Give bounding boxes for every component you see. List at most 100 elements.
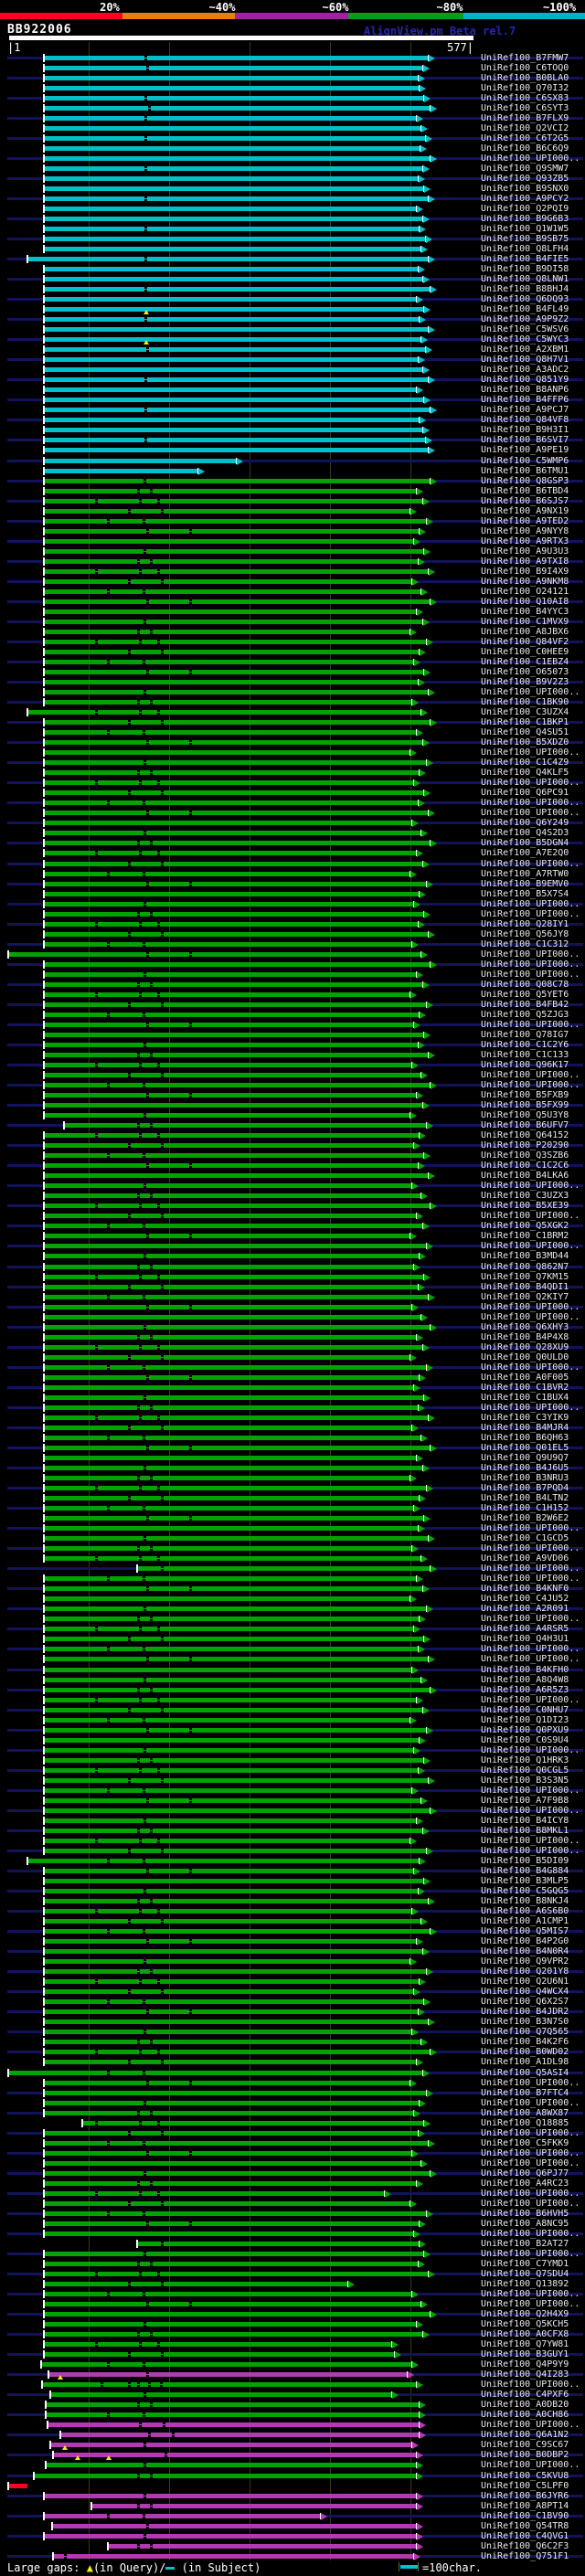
alignment-bar[interactable] [44, 1083, 430, 1088]
hit-id[interactable]: UniRef100_UPI000.. [481, 798, 580, 808]
hit-id[interactable]: UniRef100_UPI000.. [481, 1312, 580, 1322]
hit-id[interactable]: UniRef100_B7PQD4 [481, 1483, 569, 1493]
alignment-bar[interactable] [44, 2100, 419, 2105]
hit-id[interactable]: UniRef100_C3UZX4 [481, 707, 569, 717]
alignment-bar[interactable] [44, 115, 416, 121]
alignment-bar[interactable] [44, 1526, 418, 1532]
alignment-bar[interactable] [44, 871, 410, 876]
alignment-bar[interactable] [44, 821, 411, 826]
alignment-bar[interactable] [44, 297, 416, 302]
alignment-bar[interactable] [44, 2231, 413, 2236]
hit-id[interactable]: UniRef100_B2AT27 [481, 2239, 569, 2249]
alignment-bar[interactable] [44, 2251, 423, 2256]
alignment-bar[interactable] [52, 2523, 416, 2528]
alignment-bar[interactable] [44, 1344, 422, 1350]
hit-id[interactable]: UniRef100_C6SYT3 [481, 103, 569, 113]
hit-id[interactable]: UniRef100_A6R5Z3 [481, 1685, 569, 1695]
alignment-bar[interactable] [44, 1516, 423, 1521]
hit-id[interactable]: UniRef100_Q1DI23 [481, 1715, 569, 1725]
hit-id[interactable]: UniRef100_UPI000.. [481, 959, 580, 970]
hit-id[interactable]: UniRef100_Q70I32 [481, 83, 569, 93]
alignment-bar[interactable] [27, 257, 428, 261]
alignment-bar[interactable] [44, 1627, 413, 1632]
alignment-bar[interactable] [44, 85, 419, 90]
hit-id[interactable]: UniRef100_B9V2Z3 [481, 677, 569, 687]
hit-id[interactable]: UniRef100_C4QVG1 [481, 2531, 569, 2541]
alignment-bar[interactable] [44, 357, 418, 363]
alignment-bar[interactable] [44, 1476, 410, 1481]
hit-id[interactable]: UniRef100_A4RSR5 [481, 1624, 569, 1634]
hit-id[interactable]: UniRef100_B4LTN2 [481, 1493, 569, 1503]
alignment-bar[interactable] [44, 660, 413, 664]
alignment-bar[interactable] [41, 2362, 411, 2368]
hit-id[interactable]: UniRef100_A0CH86 [481, 2410, 569, 2420]
alignment-bar[interactable] [8, 951, 420, 957]
hit-id[interactable]: UniRef100_B6SVI7 [481, 435, 569, 445]
alignment-bar[interactable] [44, 1486, 426, 1491]
alignment-bar[interactable] [44, 2282, 347, 2287]
alignment-bar[interactable] [44, 1224, 422, 1229]
hit-id[interactable]: UniRef100_B2W6E2 [481, 1513, 569, 1523]
alignment-bar[interactable] [44, 528, 419, 534]
hit-id[interactable]: UniRef100_B9SB75 [481, 234, 569, 244]
alignment-bar[interactable] [44, 1889, 418, 1894]
alignment-bar[interactable] [44, 2261, 418, 2266]
hit-id[interactable]: UniRef100_B8NKJ4 [481, 1896, 569, 1906]
hit-id[interactable]: UniRef100_A8WX87 [481, 2108, 569, 2118]
alignment-bar[interactable] [44, 2302, 420, 2307]
alignment-bar[interactable] [44, 1929, 430, 1935]
alignment-bar[interactable] [44, 1234, 410, 1239]
alignment-bar[interactable] [44, 1394, 423, 1400]
hit-id[interactable]: UniRef100_UPI000.. [481, 1070, 580, 1080]
hit-id[interactable]: UniRef100_C3UZX3 [481, 1191, 569, 1201]
hit-id[interactable]: UniRef100_B0BLA0 [481, 73, 569, 83]
hit-id[interactable]: UniRef100_UPI000.. [481, 1836, 580, 1846]
alignment-bar[interactable] [44, 478, 430, 483]
alignment-bar[interactable] [44, 327, 428, 333]
hit-id[interactable]: UniRef100_B5DI09 [481, 1856, 569, 1866]
alignment-bar[interactable] [44, 1617, 419, 1622]
hit-id[interactable]: UniRef100_Q4P9Y9 [481, 2359, 569, 2369]
alignment-bar[interactable] [50, 2443, 411, 2448]
alignment-bar[interactable] [44, 1969, 426, 1975]
hit-id[interactable]: UniRef100_B7FTC4 [481, 2088, 569, 2098]
hit-id[interactable]: UniRef100_C6TOQ0 [481, 63, 569, 73]
alignment-bar[interactable] [44, 387, 416, 393]
hit-id[interactable]: UniRef100_UPI000.. [481, 1806, 580, 1816]
alignment-bar[interactable] [44, 488, 416, 493]
alignment-bar[interactable] [44, 831, 420, 836]
alignment-bar[interactable] [44, 1032, 423, 1037]
alignment-bar[interactable] [44, 1002, 426, 1007]
alignment-bar[interactable] [44, 2210, 426, 2216]
alignment-bar[interactable] [44, 1163, 418, 1169]
hit-id[interactable]: UniRef100_Q5MIS7 [481, 1926, 569, 1936]
alignment-bar[interactable] [44, 2060, 416, 2065]
hit-id[interactable]: UniRef100_Q1W1W5 [481, 224, 569, 234]
hit-id[interactable]: UniRef100_A6S6B0 [481, 1906, 569, 1916]
alignment-bar[interactable] [44, 760, 426, 766]
alignment-bar[interactable] [44, 790, 423, 796]
alignment-bar[interactable] [44, 1203, 430, 1209]
alignment-bar[interactable] [44, 2352, 394, 2358]
alignment-bar[interactable] [44, 1727, 426, 1733]
alignment-bar[interactable] [44, 246, 420, 251]
hit-id[interactable]: UniRef100_A0CFX8 [481, 2329, 569, 2339]
alignment-bar[interactable] [44, 971, 416, 977]
alignment-bar[interactable] [44, 1899, 428, 1904]
alignment-bar[interactable] [44, 1193, 420, 1199]
hit-id[interactable]: UniRef100_A7RTW0 [481, 869, 569, 879]
hit-id[interactable]: UniRef100_A9RTX3 [481, 536, 569, 546]
hit-id[interactable]: UniRef100_Q6PC91 [481, 788, 569, 798]
hit-id[interactable]: UniRef100_B4KNF0 [481, 1584, 569, 1594]
hit-id[interactable]: UniRef100_Q78IG7 [481, 1030, 569, 1040]
alignment-bar[interactable] [44, 750, 410, 756]
hit-id[interactable]: UniRef100_UPI000.. [481, 2199, 580, 2209]
alignment-bar[interactable] [44, 337, 420, 343]
hit-id[interactable]: UniRef100_C5WMP6 [481, 456, 569, 466]
hit-id[interactable]: UniRef100_C5GQG5 [481, 1886, 569, 1896]
alignment-bar[interactable] [44, 95, 423, 101]
hit-id[interactable]: UniRef100_A9PCJ7 [481, 405, 569, 415]
hit-id[interactable]: UniRef100_Q2H4X9 [481, 2309, 569, 2319]
alignment-bar[interactable] [44, 931, 428, 937]
alignment-bar[interactable] [44, 800, 418, 806]
